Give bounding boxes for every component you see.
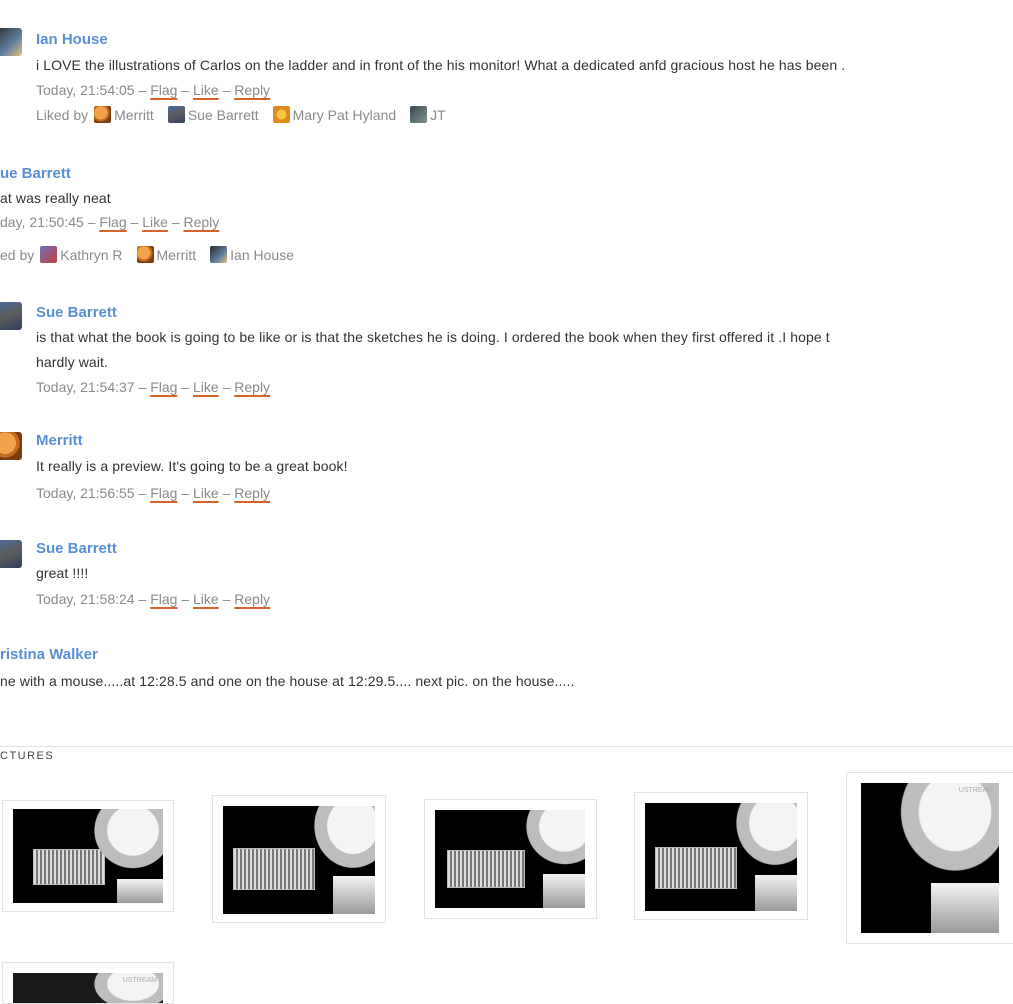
liked-by-label: ed by [0, 246, 35, 263]
separator: – [181, 591, 190, 607]
picture-image [223, 806, 375, 914]
separator: – [171, 214, 180, 230]
comment-text-continued: hardly wait. [36, 354, 109, 370]
picture-thumbnail[interactable] [212, 795, 386, 923]
picture-image: USTREAM [861, 783, 999, 933]
avatar[interactable] [210, 246, 228, 263]
comment-timestamp: Today, 21:54:05 [36, 82, 135, 98]
comment-meta: Today, 21:54:37 – Flag – Like – Reply [36, 379, 270, 395]
separator: – [222, 485, 231, 501]
separator: – [138, 591, 147, 607]
comment-author[interactable]: Sue Barrett [36, 304, 117, 321]
picture-thumbnail[interactable] [634, 792, 808, 920]
comment-text: i LOVE the illustrations of Carlos on th… [36, 57, 846, 73]
comment-author[interactable]: Merritt [36, 432, 83, 449]
like-link[interactable]: Like [193, 485, 219, 501]
flag-link[interactable]: Flag [150, 485, 177, 501]
separator: – [181, 485, 190, 501]
comment-meta: day, 21:50:45 – Flag – Like – Reply [0, 214, 219, 230]
separator: – [222, 591, 231, 607]
comment-timestamp: Today, 21:58:24 [36, 591, 135, 607]
liked-by: Liked by Merritt Sue Barrett Mary Pat Hy… [36, 106, 454, 123]
liker-name[interactable]: Merritt [157, 247, 197, 263]
separator: – [138, 485, 147, 501]
watermark: USTREAM [958, 787, 993, 794]
comment-text: is that what the book is going to be lik… [36, 329, 830, 345]
flag-link[interactable]: Flag [150, 591, 177, 607]
comment-text: It really is a preview. It's going to be… [36, 458, 348, 474]
avatar[interactable] [272, 106, 290, 123]
picture-thumbnail[interactable]: USTREAM [2, 962, 174, 1004]
reply-link[interactable]: Reply [234, 591, 270, 607]
like-link[interactable]: Like [193, 82, 219, 98]
liked-by: ed by Kathryn R Merritt Ian House [0, 246, 302, 263]
comment-author[interactable]: ristina Walker [0, 646, 98, 663]
separator: – [222, 82, 231, 98]
separator: – [130, 214, 139, 230]
flag-link[interactable]: Flag [150, 379, 177, 395]
pictures-heading: CTURES [0, 750, 55, 762]
comment-timestamp: Today, 21:54:37 [36, 379, 135, 395]
separator: – [181, 82, 190, 98]
section-divider [0, 746, 1013, 747]
avatar[interactable] [410, 106, 428, 123]
picture-thumbnail[interactable]: USTREAM [846, 772, 1013, 944]
liker-name[interactable]: Sue Barrett [188, 107, 259, 123]
like-link[interactable]: Like [193, 591, 219, 607]
comment-meta: Today, 21:54:05 – Flag – Like – Reply [36, 82, 270, 98]
avatar[interactable] [0, 432, 22, 460]
comment-text: great !!!! [36, 565, 89, 581]
comment-author[interactable]: ue Barrett [0, 165, 71, 182]
avatar[interactable] [0, 302, 22, 330]
comment-author[interactable]: Ian House [36, 31, 108, 48]
comment-text: at was really neat [0, 190, 111, 206]
flag-link[interactable]: Flag [99, 214, 126, 230]
flag-link[interactable]: Flag [150, 82, 177, 98]
avatar[interactable] [94, 106, 112, 123]
reply-link[interactable]: Reply [183, 214, 219, 230]
comment-meta: Today, 21:56:55 – Flag – Like – Reply [36, 485, 270, 501]
separator: – [87, 214, 96, 230]
separator: – [138, 82, 147, 98]
liker-name[interactable]: Merritt [114, 107, 154, 123]
comment-author[interactable]: Sue Barrett [36, 540, 117, 557]
picture-image [645, 803, 797, 911]
separator: – [138, 379, 147, 395]
ledge-shape [543, 874, 585, 908]
bird-shape [73, 809, 163, 889]
avatar[interactable] [0, 28, 22, 56]
reply-link[interactable]: Reply [234, 485, 270, 501]
liker-name[interactable]: Mary Pat Hyland [293, 107, 396, 123]
comment-timestamp: day, 21:50:45 [0, 214, 84, 230]
ledge-shape [931, 883, 999, 933]
liker-name[interactable]: Ian House [230, 247, 294, 263]
separator: – [181, 379, 190, 395]
ledge-shape [755, 875, 797, 911]
like-link[interactable]: Like [142, 214, 168, 230]
comment-timestamp: Today, 21:56:55 [36, 485, 135, 501]
watermark: USTREAM [122, 977, 157, 984]
liker-name[interactable]: JT [430, 107, 446, 123]
picture-thumbnail[interactable] [424, 799, 597, 919]
picture-image: USTREAM [13, 973, 163, 1003]
comment-text: ne with a mouse.....at 12:28.5 and one o… [0, 673, 575, 689]
avatar[interactable] [136, 246, 154, 263]
avatar[interactable] [0, 540, 22, 568]
reply-link[interactable]: Reply [234, 82, 270, 98]
picture-image [435, 810, 585, 908]
comment-meta: Today, 21:58:24 – Flag – Like – Reply [36, 591, 270, 607]
picture-image [13, 809, 163, 903]
avatar[interactable] [167, 106, 185, 123]
ledge-shape [117, 879, 163, 903]
like-link[interactable]: Like [193, 379, 219, 395]
separator: – [222, 379, 231, 395]
liked-by-label: Liked by [36, 106, 89, 123]
reply-link[interactable]: Reply [234, 379, 270, 395]
avatar[interactable] [40, 246, 58, 263]
picture-thumbnail[interactable] [2, 800, 174, 912]
ledge-shape [333, 876, 375, 914]
liker-name[interactable]: Kathryn R [60, 247, 122, 263]
